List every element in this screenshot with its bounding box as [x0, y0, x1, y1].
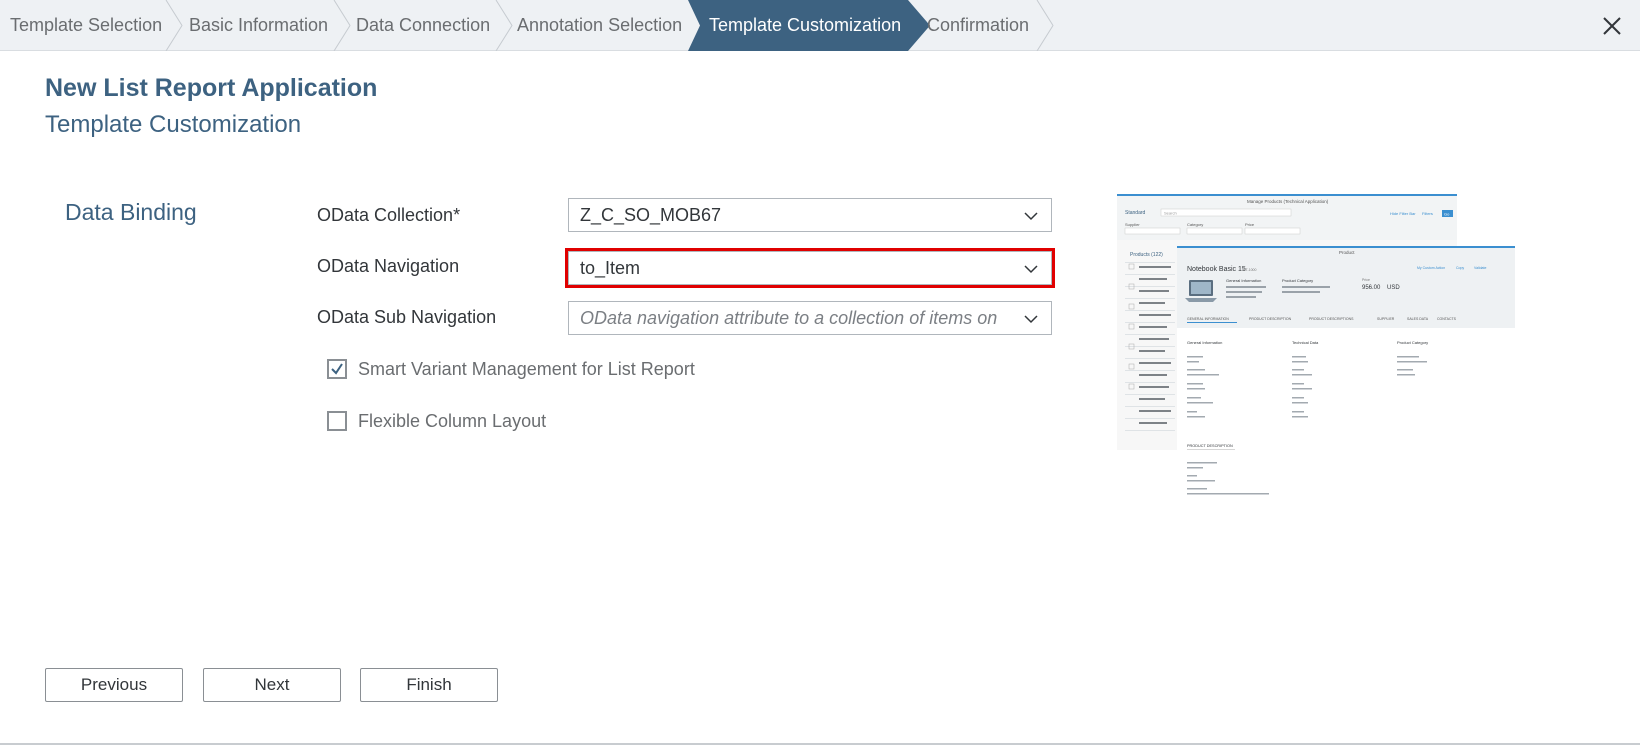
preview-price-unit: USD	[1387, 285, 1400, 291]
close-icon	[1603, 17, 1621, 35]
smart-variant-label: Smart Variant Management for List Report	[358, 358, 695, 379]
close-button[interactable]	[1594, 8, 1630, 44]
preview-list-header: Manage Products (Technical Application)	[1247, 199, 1329, 204]
step-confirmation[interactable]: Confirmation	[927, 0, 1029, 51]
preview-action-copy: Copy	[1456, 266, 1464, 270]
preview-hide-filter: Hide Filter Bar	[1390, 211, 1416, 216]
finish-button[interactable]: Finish	[360, 668, 498, 702]
preview-filter-supplier: Supplier	[1125, 222, 1140, 227]
preview-tab-0: GENERAL INFORMATION	[1187, 317, 1229, 321]
preview-action-custom: My Custom Action	[1417, 266, 1445, 270]
preview-search: Search	[1164, 211, 1177, 216]
preview-action-validate: Validate	[1474, 266, 1486, 270]
odata-collection-select[interactable]: Z_C_SO_MOB67	[568, 198, 1052, 232]
preview-products-count: Products (122)	[1130, 252, 1163, 258]
step-data-connection[interactable]: Data Connection	[356, 0, 490, 51]
flexible-column-label: Flexible Column Layout	[358, 410, 547, 431]
preview-col-technical: Technical Data	[1292, 340, 1319, 345]
next-button[interactable]: Next	[203, 668, 341, 702]
smart-variant-option[interactable]: Smart Variant Management for List Report	[327, 358, 695, 380]
preview-tab-4: SALES DATA	[1407, 317, 1429, 321]
wizard-steps-bar: Template Selection Basic Information Dat…	[0, 0, 1640, 51]
step-separator	[1036, 0, 1054, 51]
step-separator	[495, 0, 513, 51]
chevron-down-icon[interactable]	[1023, 208, 1039, 224]
step-separator	[333, 0, 351, 51]
preview-filter-category: Category	[1187, 222, 1203, 227]
preview-product-description: PRODUCT DESCRIPTION	[1187, 444, 1233, 448]
flexible-column-option[interactable]: Flexible Column Layout	[327, 410, 546, 432]
preview-col-category: Product Category	[1397, 340, 1428, 345]
preview-object-header: Product	[1339, 250, 1355, 255]
preview-price-label: Price	[1362, 278, 1370, 282]
odata-collection-value: Z_C_SO_MOB67	[580, 205, 722, 225]
preview-filter-price: Price	[1245, 222, 1255, 227]
app-title: New List Report Application	[45, 74, 378, 102]
chevron-down-icon[interactable]	[1023, 261, 1039, 277]
preview-tab-5: CONTACTS	[1437, 317, 1457, 321]
step-basic-information[interactable]: Basic Information	[189, 0, 328, 51]
checkmark-icon	[331, 363, 343, 375]
preview-price-value: 956.00	[1362, 285, 1381, 291]
odata-navigation-select[interactable]: to_Item	[565, 248, 1055, 288]
preview-product-id: HT-1000	[1243, 268, 1256, 272]
flexible-column-checkbox[interactable]	[327, 411, 347, 431]
preview-standard: Standard	[1125, 210, 1146, 216]
preview-filters: Filters	[1422, 211, 1433, 216]
smart-variant-checkbox[interactable]	[327, 359, 347, 379]
page-subtitle: Template Customization	[45, 111, 302, 138]
preview-product-category: Product Category	[1282, 278, 1313, 283]
preview-go: Go	[1444, 212, 1450, 217]
odata-collection-label: OData Collection*	[317, 205, 461, 225]
odata-navigation-value: to_Item	[580, 258, 641, 278]
previous-button[interactable]: Previous	[45, 668, 183, 702]
preview-tab-1: PRODUCT DESCRIPTION	[1249, 317, 1292, 321]
chevron-down-icon[interactable]	[1023, 311, 1039, 327]
preview-tab-3: SUPPLIER	[1377, 317, 1395, 321]
step-annotation-selection[interactable]: Annotation Selection	[517, 0, 682, 51]
odata-sub-navigation-label: OData Sub Navigation	[317, 307, 497, 327]
odata-sub-navigation-placeholder: OData navigation attribute to a collecti…	[580, 308, 1000, 328]
step-template-selection[interactable]: Template Selection	[10, 0, 162, 51]
step-separator	[165, 0, 183, 51]
preview-product-title: Notebook Basic 15	[1187, 266, 1246, 273]
step-template-customization[interactable]: Template Customization	[709, 0, 901, 51]
section-title-data-binding: Data Binding	[65, 199, 197, 225]
template-preview-image: Manage Products (Technical Application) …	[1117, 194, 1515, 512]
odata-sub-navigation-select[interactable]: OData navigation attribute to a collecti…	[568, 301, 1052, 335]
preview-tab-2: PRODUCT DESCRIPTIONS	[1309, 317, 1354, 321]
odata-navigation-label: OData Navigation	[317, 256, 460, 276]
preview-col-general: General Information	[1187, 340, 1222, 345]
preview-general-info: General Information	[1226, 278, 1261, 283]
